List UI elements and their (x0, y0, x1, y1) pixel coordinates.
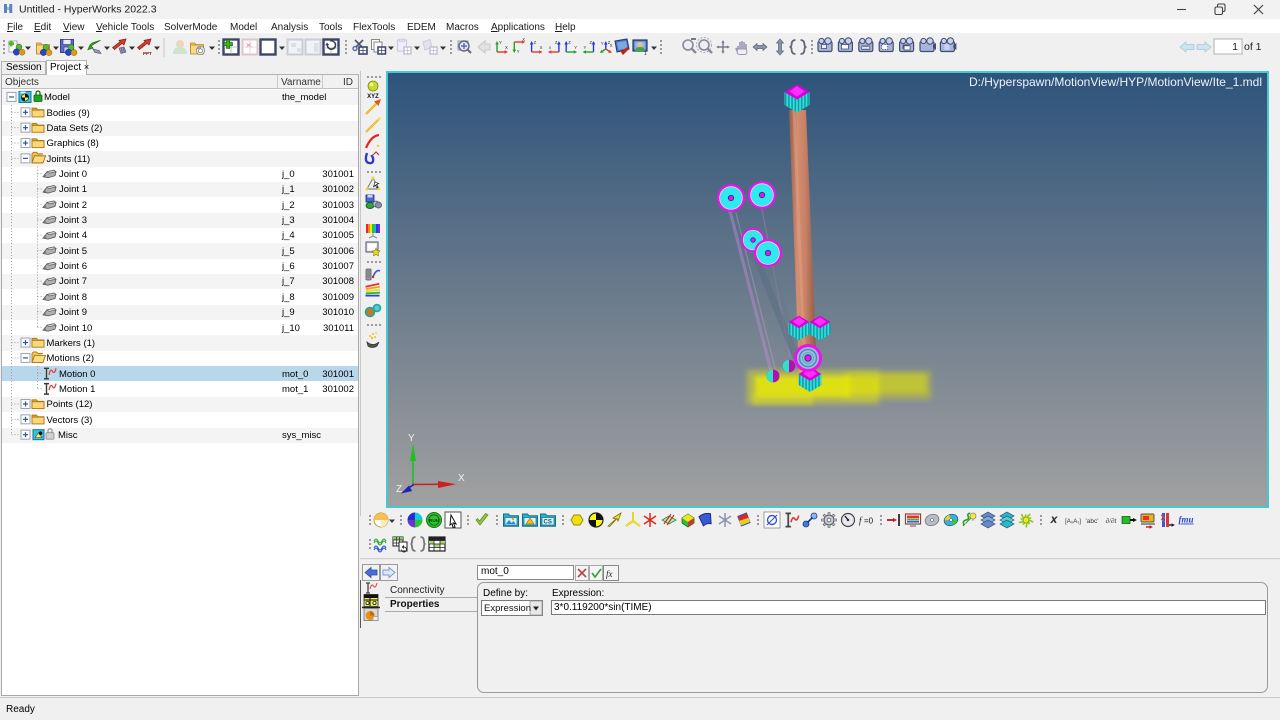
svg-text:Z: Z (396, 484, 402, 495)
svg-text:Z: Z (590, 40, 593, 45)
svg-text:CS: CS (544, 520, 552, 526)
svg-text:XYZ: XYZ (367, 94, 379, 100)
svg-text:RUN: RUN (429, 518, 440, 523)
svg-text:1: 1 (644, 51, 647, 57)
svg-text:Y: Y (584, 45, 587, 50)
svg-text:X: X (540, 45, 543, 50)
svg-text:Y: Y (517, 49, 520, 54)
svg-text:X: X (505, 45, 508, 50)
svg-text:=0: =0 (864, 517, 874, 526)
svg-text:Y: Y (574, 45, 577, 50)
svg-text:D:/Hyperspawn/MotionView/HYP/M: D:/Hyperspawn/MotionView/HYP/MotionView/… (969, 75, 1262, 89)
svg-text:[A₀A₁]: [A₀A₁] (1065, 519, 1081, 525)
svg-text:Z: Z (568, 40, 571, 45)
svg-text:Expression: Expression (484, 603, 531, 614)
svg-text:Z: Z (555, 40, 558, 45)
svg-text:fmu: fmu (1178, 515, 1193, 525)
svg-text:of 1: of 1 (1244, 41, 1262, 53)
svg-text:Z: Z (534, 40, 537, 45)
svg-text:X: X (522, 37, 525, 42)
svg-text:X: X (458, 473, 465, 484)
svg-text:Y: Y (408, 433, 415, 444)
svg-text:𝙓: 𝙓 (1050, 515, 1059, 525)
svg-text:∂/∂t: ∂/∂t (1106, 517, 1118, 525)
svg-text:Y: Y (601, 41, 604, 46)
svg-text:1: 1 (1232, 41, 1238, 53)
svg-text:X: X (610, 43, 613, 48)
svg-text:'abc': 'abc' (1086, 518, 1099, 525)
svg-text:f: f (859, 516, 863, 526)
svg-text:Y: Y (499, 40, 502, 45)
svg-text:fx: fx (606, 569, 613, 579)
